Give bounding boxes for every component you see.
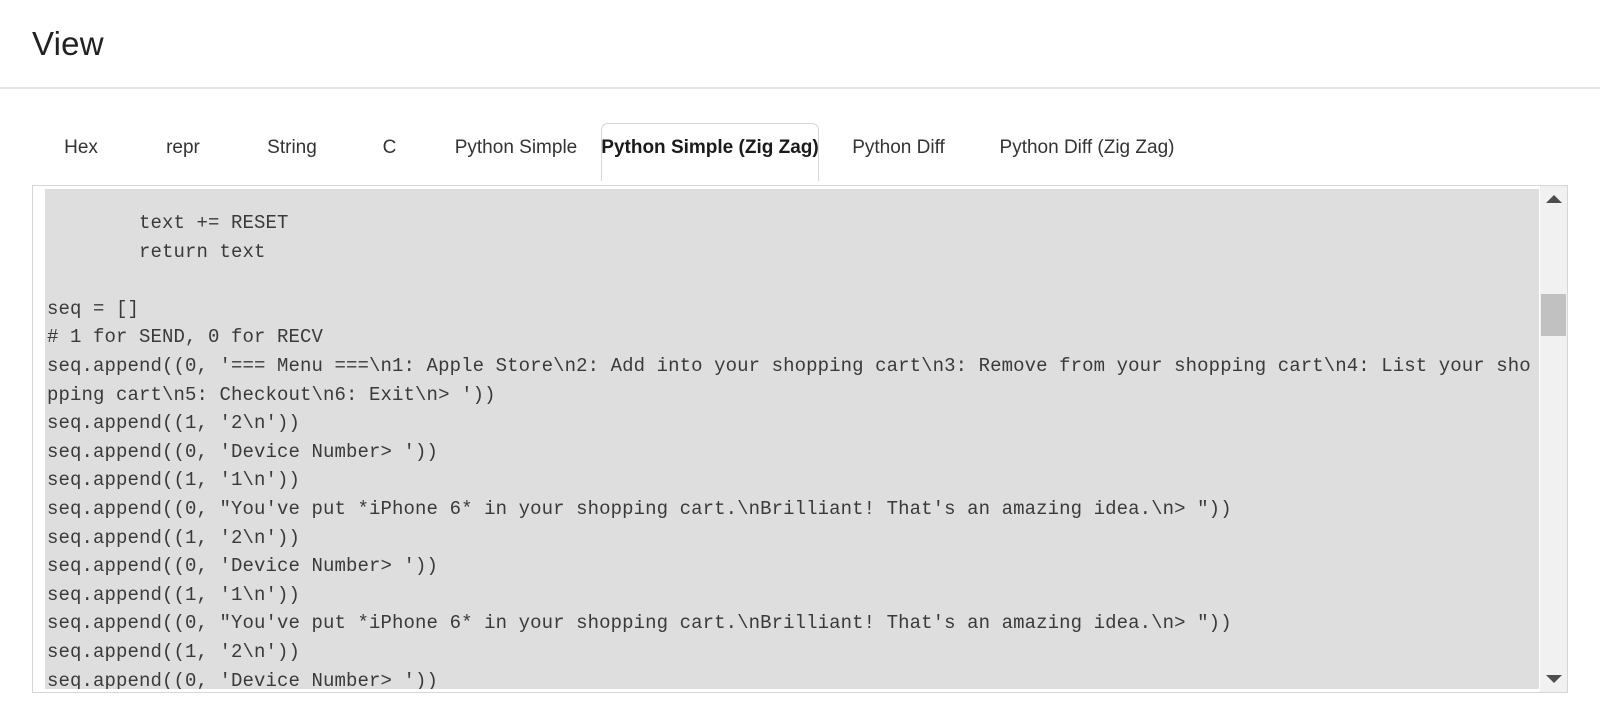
- code-viewer-panel: text += RESET return text seq = [] # 1 f…: [32, 185, 1568, 693]
- tab-string[interactable]: String: [236, 127, 348, 181]
- tab-c[interactable]: C: [348, 127, 431, 181]
- tab-hex[interactable]: Hex: [32, 127, 130, 181]
- code-content: text += RESET return text seq = [] # 1 f…: [47, 212, 1531, 689]
- tab-python-diff-zig-zag[interactable]: Python Diff (Zig Zag): [978, 127, 1196, 181]
- scroll-up-arrow-icon[interactable]: [1540, 188, 1567, 210]
- scroll-down-arrow-icon[interactable]: [1540, 668, 1567, 690]
- tab-python-simple-zig-zag[interactable]: Python Simple (Zig Zag): [601, 123, 819, 181]
- app-root: View Hex repr String C Python Simple Pyt…: [0, 0, 1600, 724]
- scrollbar-thumb[interactable]: [1541, 294, 1566, 336]
- tab-bar: Hex repr String C Python Simple Python S…: [0, 89, 1600, 181]
- page-title: View: [32, 25, 104, 62]
- page-header: View: [0, 0, 1600, 89]
- vertical-scrollbar[interactable]: [1539, 186, 1567, 692]
- code-scroll-area[interactable]: text += RESET return text seq = [] # 1 f…: [45, 189, 1539, 689]
- tab-python-simple[interactable]: Python Simple: [431, 127, 601, 181]
- tab-repr[interactable]: repr: [130, 127, 236, 181]
- tab-python-diff[interactable]: Python Diff: [819, 127, 978, 181]
